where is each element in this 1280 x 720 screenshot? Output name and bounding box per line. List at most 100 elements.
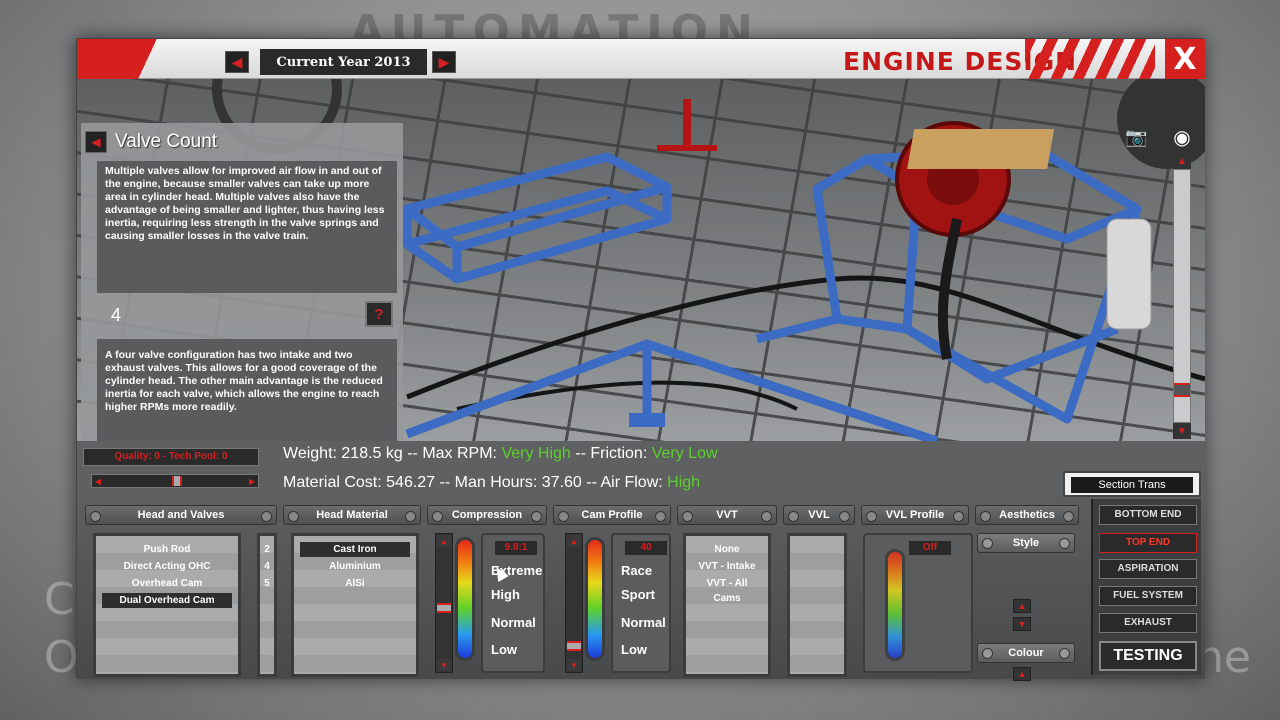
info-back-button[interactable]: ◀ [85, 131, 107, 153]
engine-design-window: ◀ Current Year 2013 ▶ ENGINE DESIGN X ◀ … [76, 38, 1205, 681]
stats-line-1: Weight: 218.5 kg -- Max RPM: Very High -… [283, 445, 718, 463]
valve-count-option[interactable]: 4 [260, 559, 274, 574]
list-item-selected[interactable]: Cast Iron [300, 542, 410, 557]
left-arrow-icon[interactable]: ◀ [92, 475, 104, 487]
close-button[interactable]: X [1165, 39, 1205, 79]
section-selector[interactable]: Section Trans [1063, 471, 1201, 497]
vvt-header: VVT [677, 505, 777, 525]
stats-line-2: Material Cost: 546.27 -- Man Hours: 37.6… [283, 474, 700, 492]
year-prev-button[interactable]: ◀ [225, 51, 249, 73]
year-next-button[interactable]: ▶ [432, 51, 456, 73]
valve-count-option[interactable]: 2 [260, 542, 274, 557]
valve-count-option[interactable]: 5 [260, 576, 274, 591]
vvl-list [787, 533, 847, 677]
list-item[interactable]: VVT - Intake [692, 559, 762, 574]
level-label: Sport [621, 587, 655, 602]
top-end-controls: Head and Valves Push Rod Direct Acting O… [77, 497, 1205, 681]
nav-aspiration[interactable]: ASPIRATION [1099, 559, 1197, 579]
cam-profile-slider-thumb[interactable] [567, 641, 581, 651]
cam-profile-slider[interactable] [565, 533, 583, 673]
quality-slider[interactable]: ◀ ▶ [91, 474, 259, 488]
nav-bottom-end[interactable]: BOTTOM END [1099, 505, 1197, 525]
friction-value: Very Low [651, 445, 718, 462]
up-arrow-icon[interactable]: ▲ [567, 535, 581, 547]
cam-profile-gauge [585, 537, 605, 661]
engine-3d-viewport[interactable]: ◀ Valve Count Multiple valves allow for … [77, 79, 1205, 441]
compression-gauge [455, 537, 475, 661]
testing-button[interactable]: TESTING [1099, 641, 1197, 671]
up-arrow-icon: ▲ [1017, 669, 1027, 679]
level-label: Normal [621, 615, 666, 630]
up-arrow-icon: ▲ [1177, 155, 1187, 167]
vvl-profile-gauge [885, 549, 905, 661]
compression-header: Compression [427, 505, 547, 525]
valve-info-panel: ◀ Valve Count Multiple valves allow for … [81, 123, 403, 441]
zoom-up-button[interactable]: ▲ [1173, 153, 1191, 169]
camera-icon[interactable]: 📷 [1125, 127, 1151, 147]
list-item[interactable]: Direct Acting OHC [102, 559, 232, 574]
airflow-value: High [667, 474, 701, 491]
info-detail: A four valve configuration has two intak… [97, 339, 397, 441]
background-ghost-text: C [44, 574, 75, 625]
friction-label: -- Friction: [570, 445, 652, 462]
compression-levels: 9.8:1 Extreme High Normal Low [481, 533, 545, 673]
section-selector-label: Section Trans [1071, 477, 1193, 493]
colour-button[interactable]: Colour [977, 643, 1075, 663]
stats-bar: Quality: 0 - Tech Pool: 0 ◀ ▶ Weight: 21… [77, 441, 1205, 497]
level-label: Low [621, 642, 647, 657]
left-arrow-icon: ◀ [91, 135, 101, 149]
vvt-list: None VVT - Intake VVT - All Cams [683, 533, 771, 677]
vvl-profile-readout: Off [909, 541, 951, 555]
list-item[interactable]: None [692, 542, 762, 557]
background-ghost-text: O [44, 632, 79, 683]
level-label: Race [621, 563, 653, 578]
down-arrow-icon: ▼ [1017, 619, 1027, 629]
head-material-header: Head Material [283, 505, 421, 525]
valve-count-list: 2 4 5 [257, 533, 277, 677]
list-item[interactable]: AlSi [300, 576, 410, 591]
vvl-header: VVL [783, 505, 855, 525]
style-up-button[interactable]: ▲ [1013, 599, 1031, 613]
level-label: Normal [491, 615, 536, 630]
nav-top-end[interactable]: TOP END [1099, 533, 1197, 553]
zoom-slider-thumb[interactable] [1174, 383, 1190, 397]
cam-profile-readout: 40 [625, 541, 667, 555]
current-year-label: Current Year 2013 [260, 49, 427, 75]
info-title: Valve Count [115, 131, 218, 152]
left-arrow-icon: ◀ [231, 53, 243, 70]
level-label: High [491, 587, 520, 602]
info-description: Multiple valves allow for improved air f… [97, 161, 397, 293]
down-arrow-icon[interactable]: ▼ [567, 659, 581, 671]
list-item[interactable]: VVT - All Cams [692, 576, 762, 604]
eye-icon[interactable]: ◉ [1167, 125, 1197, 149]
cam-profile-header: Cam Profile [553, 505, 671, 525]
head-valves-list: Push Rod Direct Acting OHC Overhead Cam … [93, 533, 241, 677]
head-and-valves-header: Head and Valves [85, 505, 277, 525]
valve-count-value: 4 [111, 305, 122, 325]
level-label: Low [491, 642, 517, 657]
list-item[interactable]: Push Rod [102, 542, 232, 557]
aesthetics-header: Aesthetics [975, 505, 1079, 525]
title-stripe-left [77, 39, 187, 79]
style-down-button[interactable]: ▼ [1013, 617, 1031, 631]
up-arrow-icon[interactable]: ▲ [437, 535, 451, 547]
right-arrow-icon: ▶ [438, 53, 450, 70]
right-arrow-icon[interactable]: ▶ [246, 475, 258, 487]
vvl-profile-panel: Off [863, 533, 973, 673]
title-bar: ◀ Current Year 2013 ▶ ENGINE DESIGN X [77, 39, 1205, 79]
list-item[interactable]: Overhead Cam [102, 576, 232, 591]
style-button[interactable]: Style [977, 533, 1075, 553]
down-arrow-icon[interactable]: ▼ [437, 659, 451, 671]
help-button[interactable]: ? [365, 301, 393, 327]
colour-up-button[interactable]: ▲ [1013, 667, 1031, 681]
compression-slider-thumb[interactable] [437, 603, 451, 613]
list-item[interactable]: Aluminium [300, 559, 410, 574]
zoom-down-button[interactable]: ▼ [1173, 423, 1191, 439]
head-material-list: Cast Iron Aluminium AlSi [291, 533, 419, 677]
nav-fuel-system[interactable]: FUEL SYSTEM [1099, 586, 1197, 606]
quality-slider-thumb[interactable] [172, 476, 182, 486]
nav-exhaust[interactable]: EXHAUST [1099, 613, 1197, 633]
title-stripes [1025, 39, 1155, 79]
max-rpm-value: Very High [501, 445, 571, 462]
list-item-selected[interactable]: Dual Overhead Cam [102, 593, 232, 608]
